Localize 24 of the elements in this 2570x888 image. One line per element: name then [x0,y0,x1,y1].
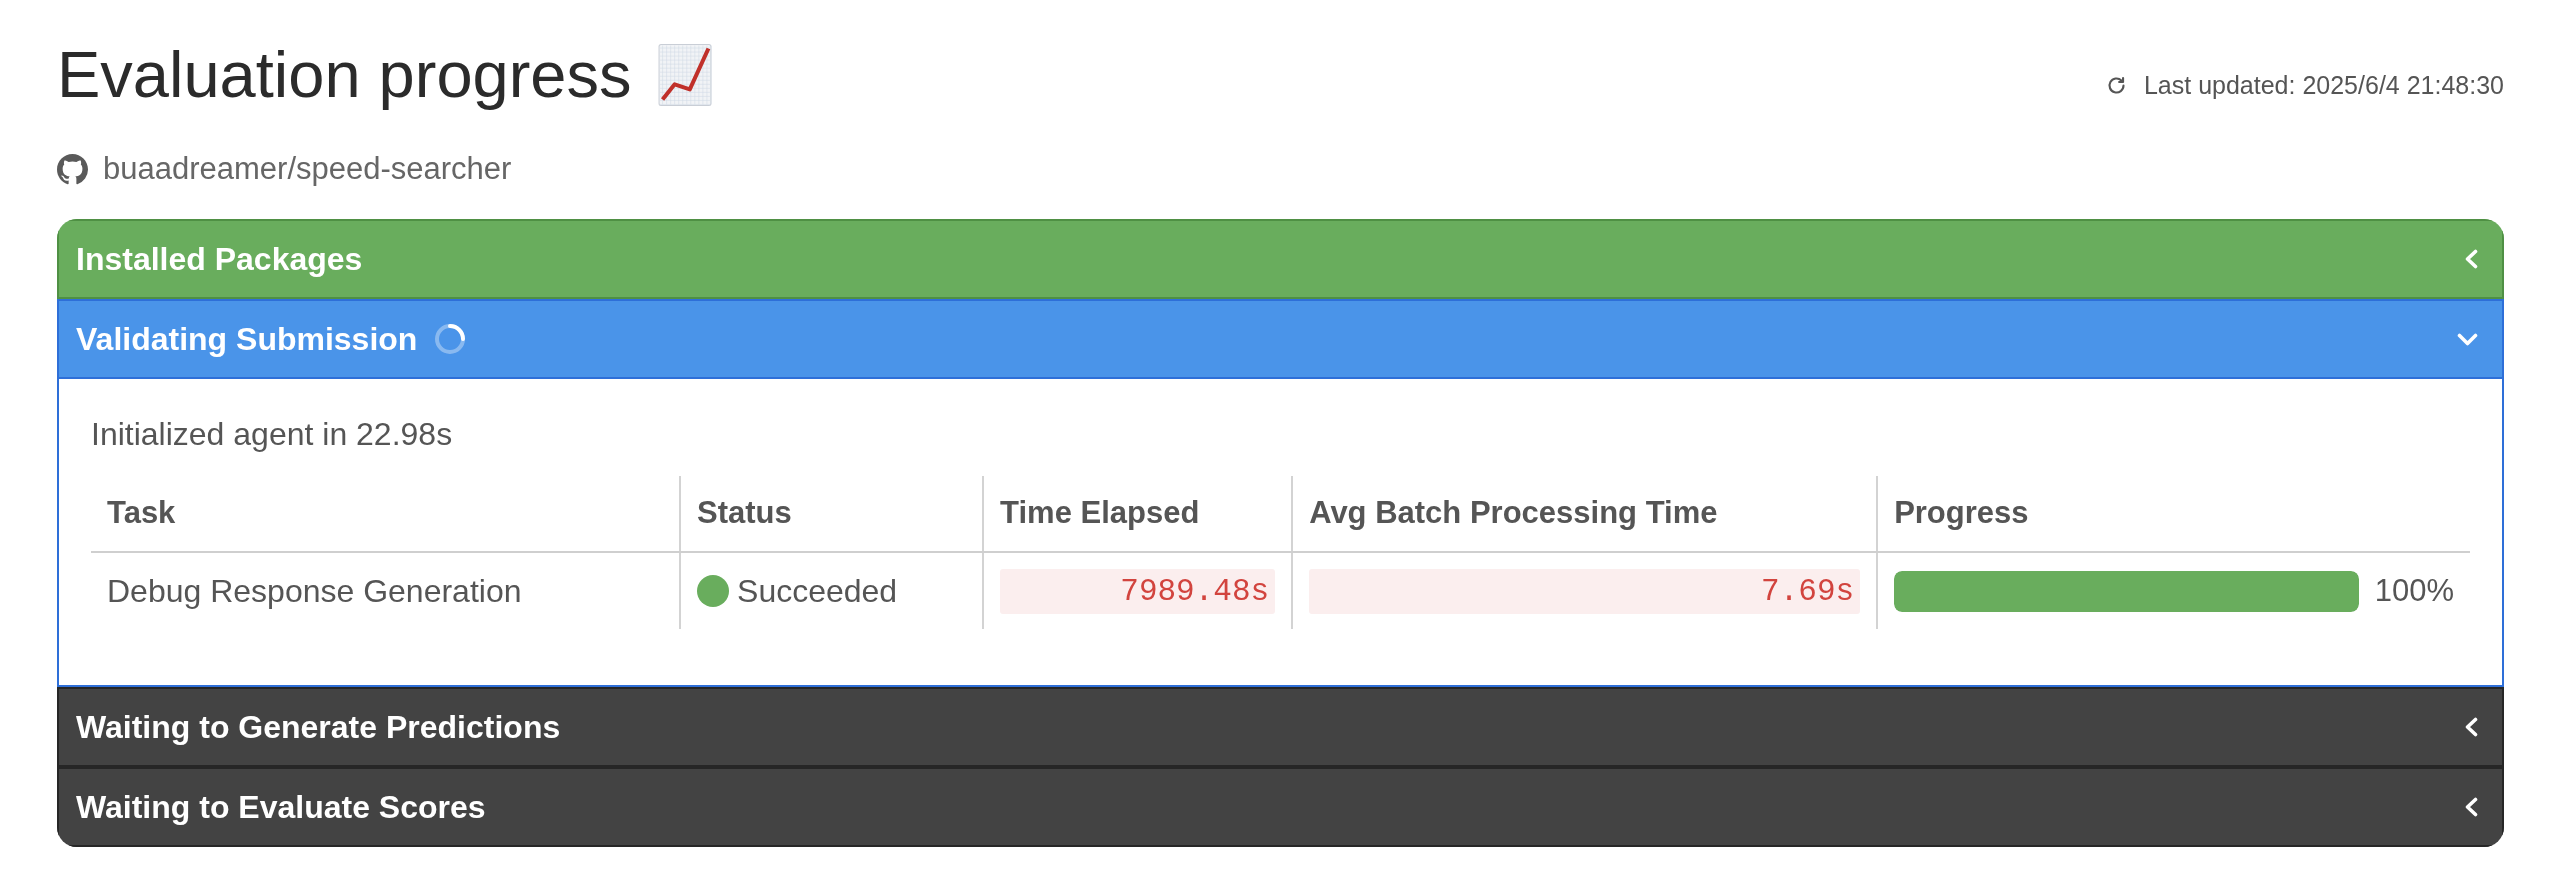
cat-logo-icon [57,153,88,185]
chevron-left-icon [2465,797,2478,817]
stage-header[interactable]: Waiting to Generate Predictions [57,687,2504,767]
column-header: Status [680,476,984,552]
last-updated-text: Last updated: 2025/6/4 21:48:30 [2143,70,2504,100]
stage-header[interactable]: Validating Submission [57,299,2504,379]
column-header: Progress [1877,476,2470,552]
refresh-icon [2105,74,2127,96]
chevron-left-icon [2465,717,2478,737]
chevron-left-icon [2465,249,2478,269]
status-message: Initialized agent in 22.98s [91,415,454,454]
batch-time-value: 7.69s [1309,568,1861,614]
chevron-down-icon [2457,332,2478,346]
repository-link[interactable]: buaadreamer/speed-searcher [103,151,512,187]
progress-reading: 100% [2374,571,2454,610]
rising-chart-icon [657,44,712,106]
time-elapsed-value: 7989.48s [1000,568,1276,614]
column-header: Task [91,476,681,552]
column-header: Time Elapsed [983,476,1293,552]
column-header: Avg Batch Processing Time [1292,476,1878,552]
table-cell: Debug Response Generation [91,552,681,629]
page-title: Evaluation progress [57,37,632,113]
stage-header[interactable]: Waiting to Evaluate Scores [57,767,2504,847]
status-text: Succeeded [737,572,898,611]
